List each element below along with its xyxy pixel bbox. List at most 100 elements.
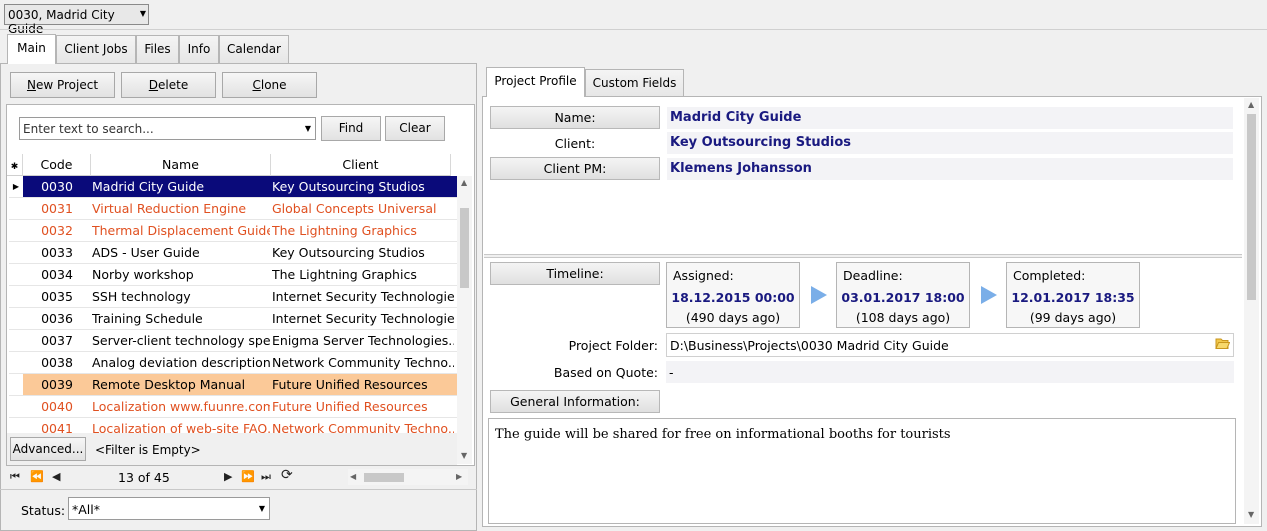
- next-record-icon[interactable]: ▶: [224, 470, 232, 483]
- timeline-label-button[interactable]: Timeline:: [490, 262, 660, 285]
- table-row[interactable]: 0033 ADS - User Guide Key Outsourcing Stud…: [9, 242, 457, 264]
- based-on-quote-value: -: [669, 365, 674, 380]
- general-information-textarea[interactable]: The guide will be shared for free on inf…: [488, 418, 1236, 524]
- previous-record-icon[interactable]: ◀: [52, 470, 60, 483]
- table-cell-code: 0033: [41, 245, 73, 260]
- column-header-name[interactable]: Name: [91, 154, 271, 176]
- search-input[interactable]: Enter text to search... ▼: [19, 117, 316, 140]
- right-vertical-scrollbar[interactable]: ▲ ▼: [1244, 98, 1259, 524]
- table-cell-name: SSH technology: [92, 289, 191, 304]
- row-indicator[interactable]: [9, 264, 23, 285]
- assigned-box: Assigned: 18.12.2015 00:00 (490 days ago…: [666, 262, 800, 328]
- project-folder-field[interactable]: D:\Business\Projects\0030 Madrid City Gu…: [666, 333, 1234, 357]
- table-cell-code: 0035: [41, 289, 73, 304]
- clear-button[interactable]: Clear: [385, 116, 445, 141]
- row-indicator[interactable]: [9, 220, 23, 241]
- refresh-icon[interactable]: ⟳: [281, 467, 293, 483]
- tab-custom-fields[interactable]: Custom Fields: [585, 69, 684, 97]
- assigned-ago: (490 days ago): [685, 310, 781, 325]
- scroll-up-icon[interactable]: ▲: [1248, 100, 1254, 109]
- general-information-text: The guide will be shared for free on inf…: [495, 427, 951, 442]
- client-pm-label-button[interactable]: Client PM:: [490, 157, 660, 180]
- row-indicator[interactable]: [9, 374, 23, 395]
- hscroll-thumb[interactable]: [364, 473, 404, 482]
- find-button[interactable]: Find: [321, 116, 381, 141]
- table-cell-client: Internet Security Technologies: [272, 311, 454, 326]
- advanced-filter-button[interactable]: Advanced...: [10, 437, 86, 461]
- column-header-client[interactable]: Client: [271, 154, 451, 176]
- tab-project-profile[interactable]: Project Profile: [486, 67, 585, 97]
- table-cell-name: Virtual Reduction Engine: [92, 201, 247, 216]
- row-indicator[interactable]: [9, 242, 23, 263]
- scroll-thumb[interactable]: [460, 208, 469, 288]
- client-pm-value: Klemens Johansson: [667, 158, 1233, 180]
- row-indicator[interactable]: [9, 396, 23, 417]
- scroll-left-icon[interactable]: ◀: [350, 472, 356, 481]
- table-cell-name: ADS - User Guide: [92, 245, 200, 260]
- table-cell-code: 0038: [41, 355, 73, 370]
- grid-vertical-scrollbar[interactable]: ▲ ▼: [457, 176, 472, 464]
- row-indicator[interactable]: [9, 286, 23, 307]
- assigned-date: 18.12.2015 00:00: [671, 290, 795, 305]
- scroll-down-icon[interactable]: ▼: [1248, 510, 1254, 519]
- new-project-button[interactable]: New Project: [10, 72, 115, 98]
- table-row[interactable]: 0036 Training Schedule Internet Security T…: [9, 308, 457, 330]
- table-row[interactable]: 0037 Server-client technology spe... Enigm…: [9, 330, 457, 352]
- delete-button[interactable]: Delete: [121, 72, 216, 98]
- table-row[interactable]: ▶ 0030 Madrid City Guide Key Outsourcing St…: [9, 176, 457, 198]
- chevron-down-icon[interactable]: ▼: [140, 9, 146, 18]
- asterisk-icon: ✱: [10, 162, 19, 172]
- client-value: Key Outsourcing Studios: [667, 132, 1233, 154]
- table-cell-client: Future Unified Resources: [272, 377, 428, 392]
- row-indicator[interactable]: [9, 198, 23, 219]
- based-on-quote-label: Based on Quote:: [553, 365, 658, 380]
- folder-icon[interactable]: [1215, 337, 1231, 349]
- client-label: Client:: [554, 136, 596, 151]
- completed-label: Completed:: [1013, 268, 1086, 283]
- column-header-code[interactable]: Code: [23, 154, 91, 176]
- scroll-down-icon[interactable]: ▼: [461, 451, 467, 460]
- chevron-down-icon[interactable]: ▼: [305, 124, 311, 133]
- general-information-button[interactable]: General Information:: [490, 390, 660, 413]
- row-indicator[interactable]: [9, 352, 23, 373]
- row-indicator[interactable]: [9, 330, 23, 351]
- name-label-button[interactable]: Name:: [490, 106, 660, 129]
- next-page-icon[interactable]: ⏩: [241, 470, 255, 483]
- horizontal-scrollbar[interactable]: ◀ ▶: [348, 469, 468, 485]
- table-row[interactable]: 0034 Norby workshop The Lightning Graphics: [9, 264, 457, 286]
- scroll-up-icon[interactable]: ▲: [461, 178, 467, 187]
- deadline-box: Deadline: 03.01.2017 18:00 (108 days ago…: [836, 262, 970, 328]
- table-row[interactable]: 0040 Localization www.fuunre.com Future Un…: [9, 396, 457, 418]
- status-select[interactable]: *All* ▼: [68, 497, 270, 520]
- table-row[interactable]: 0039 Remote Desktop Manual Future Unified …: [9, 374, 457, 396]
- chevron-down-icon[interactable]: ▼: [259, 504, 265, 513]
- table-row[interactable]: 0038 Analog deviation description Network …: [9, 352, 457, 374]
- scroll-right-icon[interactable]: ▶: [456, 472, 462, 481]
- completed-box: Completed: 12.01.2017 18:35 (99 days ago…: [1006, 262, 1140, 328]
- scroll-thumb[interactable]: [1247, 114, 1256, 300]
- previous-page-icon[interactable]: ⏪: [30, 470, 44, 483]
- section-divider: [484, 254, 1242, 258]
- table-cell-code: 0037: [41, 333, 73, 348]
- tab-info[interactable]: Info: [179, 35, 219, 63]
- table-cell-client: Key Outsourcing Studios: [272, 179, 425, 194]
- project-selector[interactable]: 0030, Madrid City Guide ▼: [4, 4, 149, 36]
- tab-files[interactable]: Files: [136, 35, 179, 63]
- table-row[interactable]: 0035 SSH technology Internet Security Tech…: [9, 286, 457, 308]
- tab-main[interactable]: Main: [7, 34, 56, 64]
- table-row[interactable]: 0031 Virtual Reduction Engine Global Conce…: [9, 198, 457, 220]
- assigned-label: Assigned:: [673, 268, 734, 283]
- arrow-right-icon: [981, 286, 997, 304]
- tab-client-jobs[interactable]: Client Jobs: [56, 35, 136, 63]
- table-cell-client: Global Concepts Universal: [272, 201, 437, 216]
- tab-calendar[interactable]: Calendar: [219, 35, 289, 63]
- last-record-icon[interactable]: ⏭: [261, 470, 271, 484]
- arrow-right-icon: [811, 286, 827, 304]
- clone-button[interactable]: Clone: [222, 72, 317, 98]
- status-separator: [0, 489, 477, 490]
- record-position: 13 of 45: [118, 470, 170, 485]
- first-record-icon[interactable]: ⏮: [10, 470, 20, 484]
- current-row-indicator-icon[interactable]: ▶: [9, 176, 23, 197]
- table-row[interactable]: 0032 Thermal Displacement Guide The Lightn…: [9, 220, 457, 242]
- row-indicator[interactable]: [9, 308, 23, 329]
